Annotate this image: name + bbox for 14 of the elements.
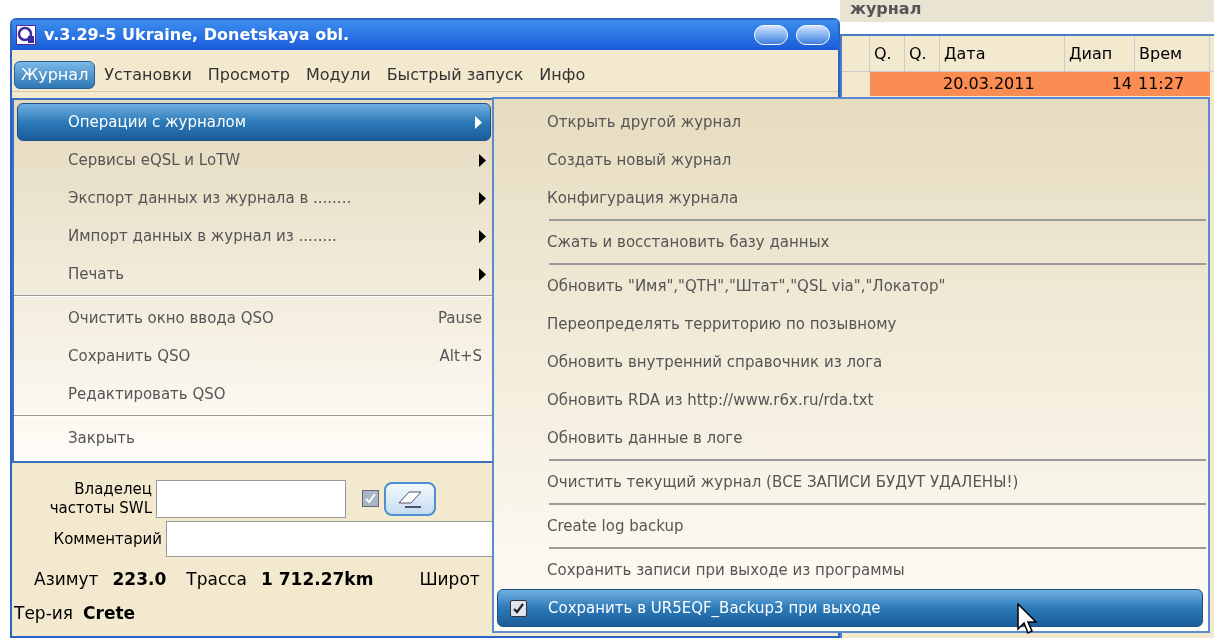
log-panel-title: журнал bbox=[840, 0, 1214, 22]
territory-label: Тер-ия bbox=[14, 601, 74, 625]
table-cell: 14 bbox=[1065, 72, 1135, 96]
table-cell: 20.03.2011 bbox=[940, 72, 1065, 96]
territory-value: Crete bbox=[83, 601, 136, 625]
comment-label: Комментарий bbox=[52, 528, 163, 550]
owner-label: Владелец частоты SWL bbox=[48, 480, 153, 518]
info-label: Азимут bbox=[34, 568, 99, 591]
info-label: Трасса bbox=[186, 568, 247, 591]
info-label: Широт bbox=[419, 568, 480, 591]
window-title: v.3.29-5 Ukraine, Donetskaya obl. bbox=[44, 24, 350, 46]
table-cell: 11:27 bbox=[1135, 72, 1210, 96]
info-value: 1 712.27km bbox=[261, 568, 374, 591]
info-value: 223.0 bbox=[112, 568, 167, 591]
